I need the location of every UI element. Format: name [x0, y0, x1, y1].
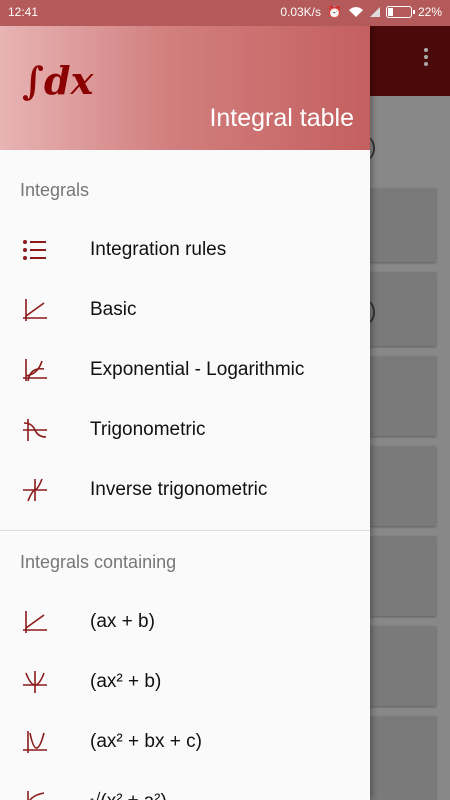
background-card	[370, 536, 436, 616]
nav-item-label: √(x² ± a²)	[90, 791, 167, 800]
background-card	[370, 356, 436, 436]
status-bar: 12:41 0.03K/s ⏰ 22%	[0, 0, 450, 26]
list-icon	[23, 240, 46, 260]
drawer-title: Integral table	[209, 104, 354, 132]
background-card	[370, 626, 436, 706]
network-speed: 0.03K/s	[280, 5, 322, 19]
basic-graph-icon	[23, 299, 47, 321]
nav-item-label: Exponential - Logarithmic	[90, 359, 305, 380]
nav-item-label: Integration rules	[90, 239, 227, 260]
background-card	[370, 716, 436, 800]
nav-item-label: (ax² + bx + c)	[90, 731, 202, 752]
parabola-graph-icon	[23, 671, 47, 693]
wifi-icon	[348, 7, 363, 17]
nav-item-label: (ax + b)	[90, 611, 155, 632]
section-label-integrals-containing: Integrals containing	[20, 552, 177, 572]
nav-item-ax-plus-b[interactable]: (ax + b)	[0, 592, 370, 652]
nav-item-label: Inverse trigonometric	[90, 479, 268, 500]
nav-item-ax2-bx-c[interactable]: (ax² + bx + c)	[0, 712, 370, 772]
alarm-icon: ⏰	[327, 5, 342, 19]
nav-item-label: Trigonometric	[90, 419, 206, 440]
quadratic-graph-icon	[23, 731, 47, 753]
drawer-header: ∫dx Integral table	[0, 26, 370, 150]
background-text-fragment: )	[369, 298, 377, 323]
nav-item-ax2-plus-b[interactable]: (ax² + b)	[0, 652, 370, 712]
nav-item-label: Basic	[90, 299, 137, 320]
linear-graph-icon	[23, 611, 47, 633]
background-card	[370, 272, 436, 346]
background-text-fragment: )	[369, 134, 377, 159]
nav-item-sqrt-x2-a2[interactable]: √(x² ± a²)	[0, 772, 370, 800]
battery-icon	[385, 6, 415, 18]
trig-graph-icon	[23, 419, 47, 441]
nav-item-exponential-logarithmic[interactable]: Exponential - Logarithmic	[0, 340, 370, 400]
section-label-integrals: Integrals	[20, 180, 90, 200]
signal-icon	[369, 7, 380, 17]
nav-item-trigonometric[interactable]: Trigonometric	[0, 400, 370, 460]
nav-item-label: (ax² + b)	[90, 671, 162, 692]
status-time: 12:41	[8, 5, 39, 19]
app-logo: ∫dx	[22, 58, 94, 103]
nav-item-integration-rules[interactable]: Integration rules	[0, 220, 370, 280]
exp-log-graph-icon	[23, 359, 47, 382]
background-card	[370, 446, 436, 526]
status-right: 0.03K/s ⏰ 22%	[280, 5, 442, 19]
nav-item-inverse-trigonometric[interactable]: Inverse trigonometric	[0, 460, 370, 520]
more-options-icon[interactable]	[424, 48, 430, 66]
battery-percent: 22%	[417, 5, 442, 19]
nav-item-basic[interactable]: Basic	[0, 280, 370, 340]
background-card	[370, 188, 436, 262]
sqrt-graph-icon	[27, 791, 45, 800]
inverse-trig-graph-icon	[23, 478, 47, 502]
navigation-drawer: ∫dx Integral table Integrals Integration…	[0, 26, 370, 800]
section-divider	[0, 530, 370, 531]
